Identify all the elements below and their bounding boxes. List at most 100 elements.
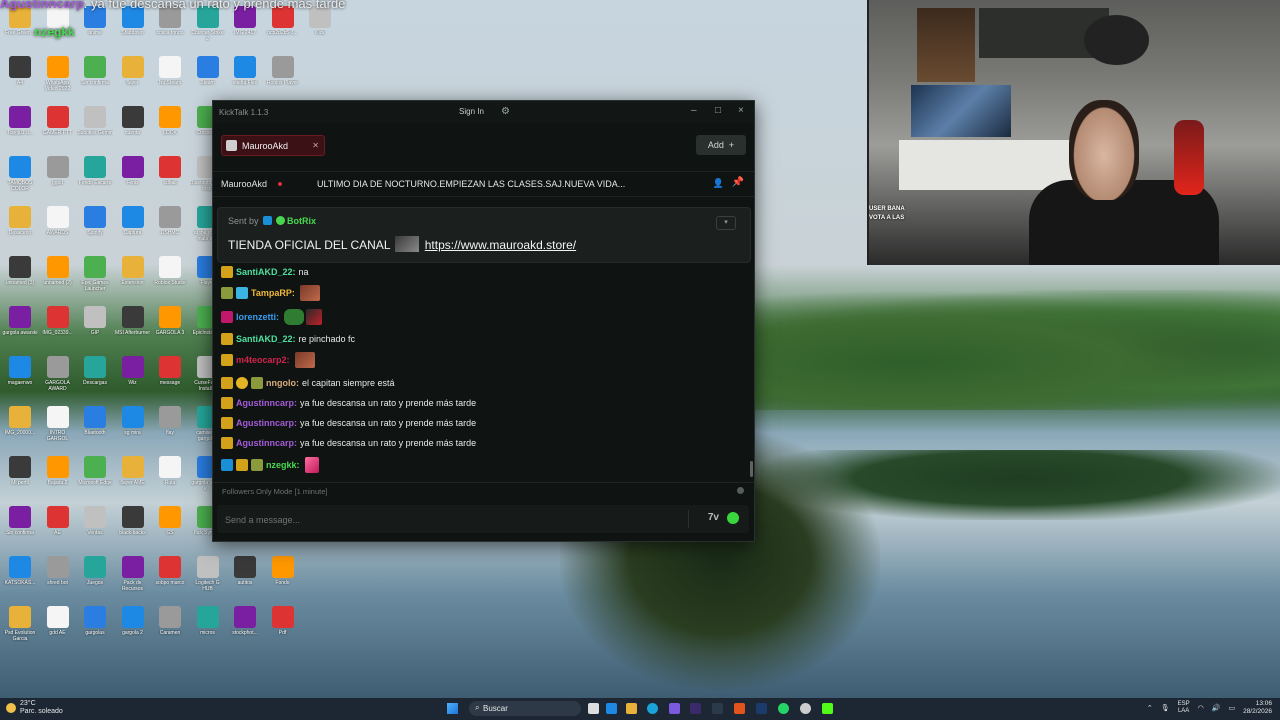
desktop-icon[interactable]: IMG_02339... [40, 306, 76, 354]
desktop-icon[interactable]: INTRO GARGOL [40, 406, 76, 454]
desktop-icon[interactable]: GARGOLA AWARD [40, 356, 76, 404]
chat-username[interactable]: nngolo: [266, 378, 299, 388]
tab-close-icon[interactable]: ✕ [312, 141, 319, 150]
desktop-icon[interactable]: flayer [115, 56, 151, 104]
volume-icon[interactable]: 🔊 [1212, 704, 1221, 712]
desktop-icon[interactable]: flay [152, 406, 188, 454]
app-icon[interactable] [712, 703, 723, 714]
app-icon[interactable] [669, 703, 680, 714]
chat-username[interactable]: m4teocarp2: [236, 355, 290, 365]
task-view-icon[interactable] [588, 703, 599, 714]
kick-icon[interactable] [822, 703, 833, 714]
chat-scrollbar[interactable] [750, 461, 753, 477]
store-link[interactable]: https://www.mauroakd.store/ [425, 238, 576, 252]
desktop-icon[interactable]: micros [190, 606, 226, 654]
app-icon[interactable] [690, 703, 701, 714]
gear-icon[interactable]: ⚙ [501, 106, 510, 117]
desktop-icon[interactable]: Desacerio [2, 206, 38, 254]
desktop-icon[interactable]: Descargas [77, 356, 113, 404]
file-explorer-icon[interactable] [626, 703, 637, 714]
desktop-icon[interactable]: LOOK [152, 106, 188, 154]
desktop-icon[interactable]: Roblox Player [265, 56, 301, 104]
desktop-icon[interactable]: autitos [227, 556, 263, 604]
whatsapp-icon[interactable] [778, 703, 789, 714]
desktop-icon[interactable]: WhatsApp Video 2022 [40, 56, 76, 104]
desktop-icon[interactable]: Pack de Recursos [115, 556, 151, 604]
desktop-icon[interactable]: Shutdown [115, 6, 151, 54]
desktop-icon[interactable]: anime [77, 6, 113, 54]
desktop-icon[interactable]: magaenwo [2, 356, 38, 404]
desktop-icon[interactable]: vuelta Flex [227, 56, 263, 104]
tab-maurooakd[interactable]: MaurooAkd ✕ [221, 135, 325, 156]
desktop-icon[interactable]: Free Green... [2, 6, 38, 54]
desktop-icon[interactable]: DSHMC [152, 206, 188, 254]
desktop-icon[interactable]: GAMER PTT [40, 106, 76, 154]
taskbar-search[interactable]: ⌕ Buscar [469, 701, 581, 716]
desktop-icon[interactable]: IMG_20000... [2, 406, 38, 454]
desktop-icon[interactable]: gargolas [77, 606, 113, 654]
desktop-icon[interactable]: Fondo Escarte [77, 156, 113, 204]
desktop-icon[interactable]: MSI Afterburner [115, 306, 151, 354]
desktop-icon[interactable]: Ventas [77, 506, 113, 554]
desktop-icon[interactable]: Logitech G HUB [190, 556, 226, 604]
bot-name[interactable]: BotRix [287, 216, 316, 226]
desktop-icon[interactable]: Extension [115, 256, 151, 304]
brave-icon[interactable] [734, 703, 745, 714]
mic-icon[interactable]: 🎙 [1161, 704, 1170, 712]
pin-icon[interactable]: 📌 [732, 177, 744, 188]
close-icon[interactable]: × [738, 105, 744, 116]
battery-icon[interactable]: ▭ [1228, 704, 1235, 712]
chat-username[interactable]: TampaRP: [251, 288, 295, 298]
desktop-icon[interactable]: unnamed (2) [40, 256, 76, 304]
info-icon[interactable] [737, 487, 744, 494]
desktop-icon[interactable]: GIP [77, 306, 113, 354]
desktop-icon[interactable]: GS [152, 506, 188, 554]
desktop-icon[interactable]: flayer AME [115, 456, 151, 504]
desktop-icon[interactable]: Bajada 2 [40, 456, 76, 504]
desktop-icon[interactable]: AWARDS [40, 206, 76, 254]
desktop-icon[interactable]: Microsoft Edge [77, 456, 113, 504]
desktop-icon[interactable]: sobpo marco [152, 556, 188, 604]
desktop-icon[interactable]: message [152, 356, 188, 404]
desktop-icon[interactable]: Kick [302, 6, 338, 54]
desktop-icon[interactable]: Sin confirma [77, 56, 113, 104]
desktop-icon[interactable]: IMG 2417 [227, 6, 263, 54]
desktop-icon[interactable]: Epic Games Launcher [77, 256, 113, 304]
chat-username[interactable]: nzegkk: [266, 460, 300, 470]
desktop-icon[interactable]: Steam [190, 56, 226, 104]
desktop-icon[interactable]: Ruta [152, 456, 188, 504]
app-icon[interactable] [756, 703, 767, 714]
edge-icon[interactable] [647, 703, 658, 714]
desktop-icon[interactable]: Bluetooth [77, 406, 113, 454]
desktop-icon[interactable]: gargola 2 [115, 606, 151, 654]
app-icon[interactable] [606, 703, 617, 714]
desktop-icon[interactable]: unnamed (3) [2, 256, 38, 304]
desktop-icon[interactable]: Mi perfil [2, 456, 38, 504]
language-indicator[interactable]: ESP LAA [1178, 701, 1190, 715]
desktop-icon[interactable]: GARGOLA 3 [152, 306, 188, 354]
chat-username[interactable]: Agustinncarp: [236, 398, 297, 408]
desktop-icon[interactable]: KATSOKAS... [2, 556, 38, 604]
seventv-emote-icon[interactable]: 7v [708, 512, 719, 523]
app-icon[interactable] [800, 703, 811, 714]
chat-username[interactable]: SantiAKD_22: [236, 267, 296, 277]
kick-emote-icon[interactable] [727, 512, 739, 524]
desktop-icon[interactable]: Sin confirma [2, 506, 38, 554]
clock[interactable]: 13:06 28/2/2026 [1243, 700, 1272, 716]
desktop-icon[interactable]: Subtitles Gemin [77, 106, 113, 154]
desktop-icon[interactable]: cdhall [152, 156, 188, 204]
desktop-icon[interactable]: Spotify [77, 206, 113, 254]
desktop-icon[interactable]: Nu Steam [152, 56, 188, 104]
sign-in-button[interactable]: Sign In [459, 107, 484, 116]
chat-username[interactable]: lorenzetti: [236, 312, 279, 322]
desktop-icon[interactable]: Counter-Strike 2 [190, 6, 226, 54]
desktop-icon[interactable]: cuenta [115, 106, 151, 154]
desktop-icon[interactable]: AE [40, 506, 76, 554]
desktop-icon[interactable]: gargola awarski [2, 306, 38, 354]
chat-message-input[interactable] [223, 511, 667, 529]
desktop-icon[interactable]: Psd Evolution Garcia [2, 606, 38, 654]
add-button[interactable]: Add + [696, 135, 746, 155]
desktop-icon[interactable]: Wiz [115, 356, 151, 404]
windows-start-icon[interactable] [447, 703, 458, 714]
desktop-icon[interactable]: Roblox Studio [152, 256, 188, 304]
